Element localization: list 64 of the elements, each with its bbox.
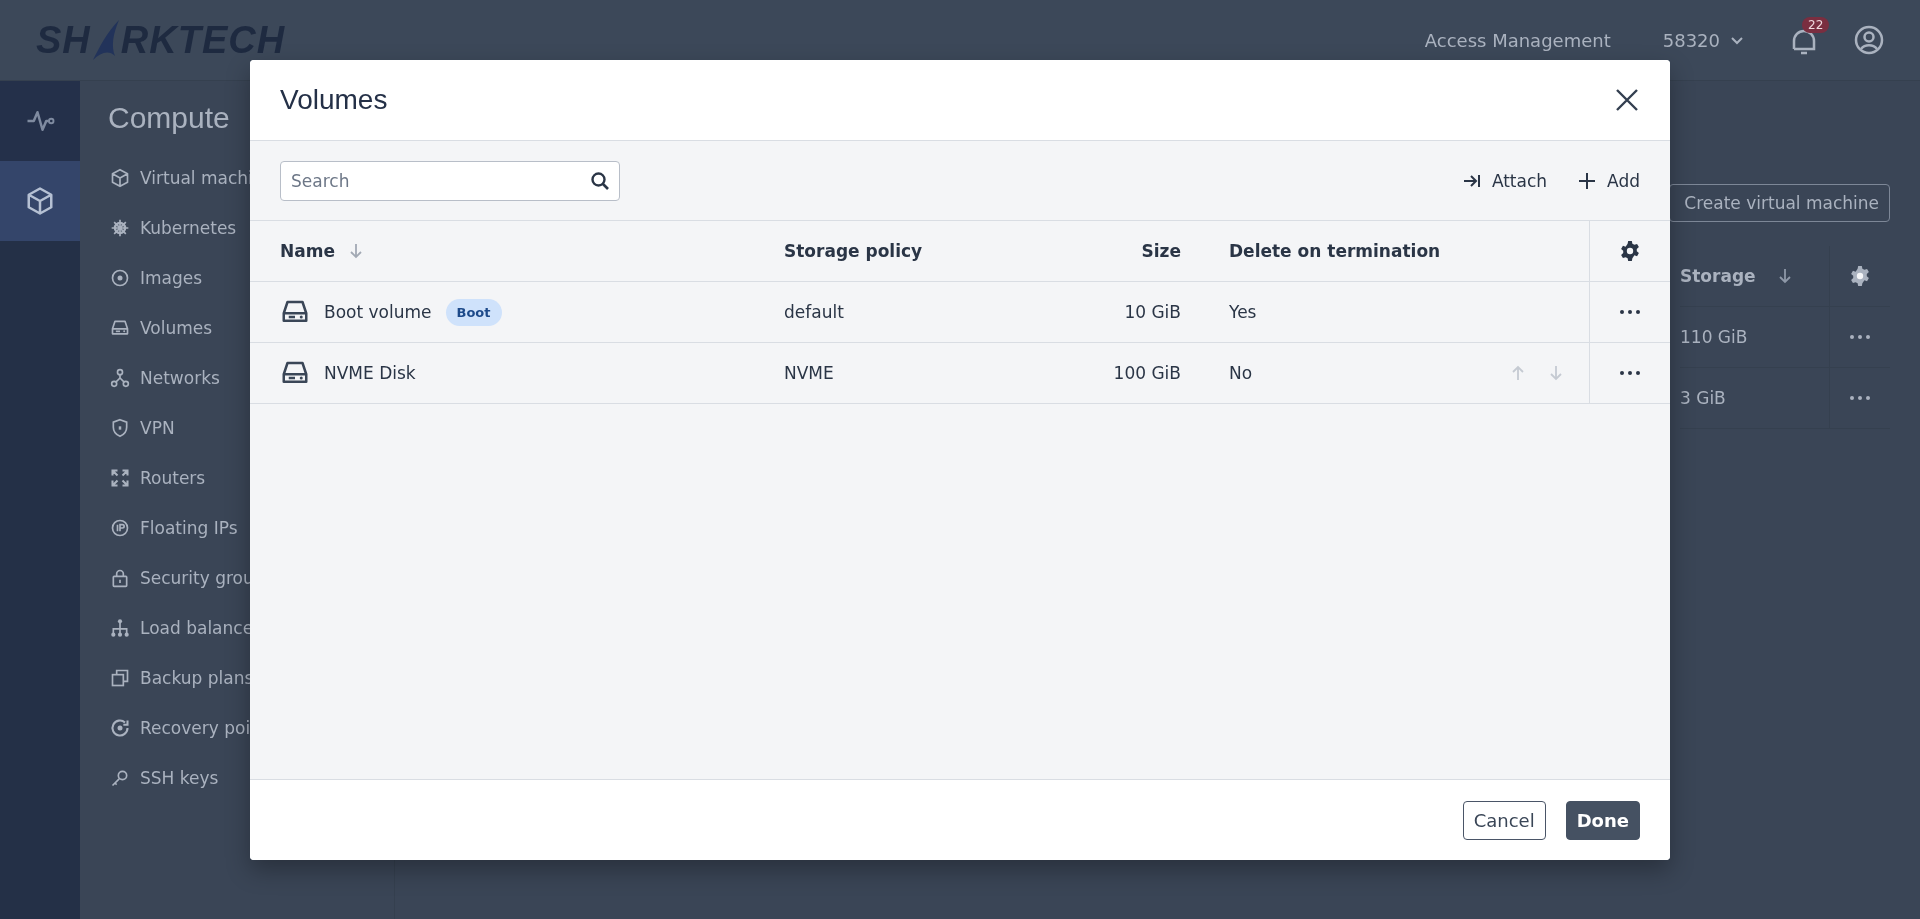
move-down-icon [1549,365,1563,381]
sidebar-item[interactable]: Recovery poi [110,703,251,753]
sidebar-item[interactable]: SSH keys [110,753,219,803]
arrows-icon [110,468,130,488]
table-cell: 100 GiB [1113,363,1181,383]
ip-icon [110,518,130,538]
sidebar-item[interactable]: Floating IPs [110,503,238,553]
copy-icon [110,668,130,688]
lock-icon [110,568,130,588]
column-header[interactable]: Name [280,241,335,261]
sidebar-item[interactable]: Load balance [110,603,254,653]
network-icon [110,368,130,388]
add-button[interactable]: Add [1577,170,1640,191]
table-cell: 3 GiB [1680,388,1726,408]
more-icon[interactable] [1619,309,1641,315]
key-icon [110,768,130,788]
account-number[interactable]: 58320 [1662,29,1720,51]
settings-icon[interactable] [1849,265,1871,287]
search-icon[interactable] [590,170,610,191]
sidebar-item[interactable]: Networks [110,353,220,403]
cube-icon [110,168,130,188]
table-cell: No [1229,363,1253,383]
cancel-button[interactable]: Cancel [1462,800,1546,840]
drive-icon [110,318,130,338]
attach-button[interactable]: Attach [1461,170,1548,191]
header-link[interactable]: Access Management [1424,29,1611,51]
sidebar-item[interactable]: VPN [110,403,175,453]
chevron-icon[interactable] [1730,35,1744,45]
done-button[interactable]: Done [1565,800,1640,840]
sidebar-item[interactable]: Images [110,253,203,303]
dialog-title: Volumes [280,84,389,116]
disc-icon [110,268,130,288]
table-cell: 10 GiB [1124,302,1181,322]
user-icon[interactable] [1854,25,1884,55]
column-header[interactable]: Size [1141,241,1181,261]
table-cell: NVME [784,363,834,383]
volume-name: NVME Disk [324,363,416,383]
sidebar-item[interactable]: Volumes [110,303,213,353]
wheel-icon [110,218,130,238]
more-icon[interactable] [1619,370,1641,376]
volume-name: Boot volume [324,302,432,322]
search-field[interactable]: Search [280,160,620,201]
table-cell: 110 GiB [1680,327,1748,347]
shield-icon [110,418,130,438]
hierarchy-icon [110,618,130,638]
cube-icon [25,186,55,216]
sidebar-item[interactable]: Kubernetes [110,203,237,253]
sort-arrow-icon [1777,268,1792,284]
column-header[interactable]: Delete on termination [1229,241,1441,261]
settings-icon[interactable] [1619,240,1641,262]
plus-icon [1577,170,1598,191]
notification-count: 22 [1802,17,1830,33]
rail-button[interactable] [0,161,80,241]
column-header[interactable]: Storage [1680,266,1756,286]
boot-tag: Boot [445,298,502,326]
table-cell: default [784,302,844,322]
table-cell: Yes [1229,302,1257,322]
bell-icon[interactable] [1790,29,1818,57]
close-icon[interactable] [1614,87,1640,113]
move-up-icon [1511,365,1525,381]
sidebar-item[interactable]: Routers [110,453,206,503]
column-header[interactable]: Storage policy [784,241,923,261]
restore-icon [110,718,130,738]
section-title: Compute [108,101,231,135]
